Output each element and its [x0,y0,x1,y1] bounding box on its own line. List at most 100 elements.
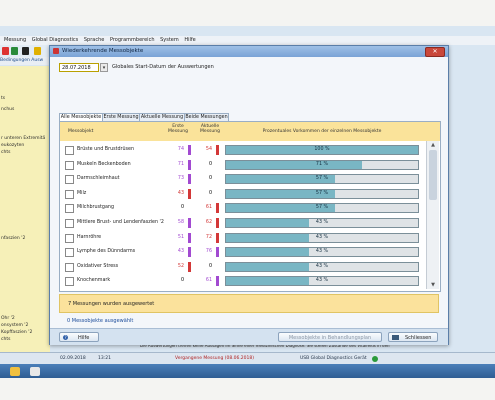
row-checkbox[interactable] [65,219,74,228]
percent-label: 43 % [315,249,329,255]
object-name: Lymphe des Dünndarms [77,249,136,255]
object-name: Knochenmark [77,278,111,284]
record-icon[interactable] [22,47,29,55]
vertical-scrollbar[interactable]: ▲ ▼ [426,141,439,289]
table-row[interactable]: Darmschleimhaut 73 0 57 % [60,172,426,186]
first-measurement-value: 43 [177,249,184,255]
percent-bar: 57 % [225,174,419,185]
row-checkbox[interactable] [65,204,74,214]
row-checkbox[interactable] [65,262,74,272]
sidebar-item[interactable]: r unteren Extremitä [1,136,45,141]
menu-sprache[interactable]: Sprache [84,37,104,43]
row-checkbox[interactable] [65,160,74,170]
row-checkbox[interactable] [65,175,74,185]
menu-global-diagnostics[interactable]: Global Diagnostics [32,37,79,43]
sidebar-item[interactable]: onsystem '2 [1,323,28,328]
object-name: Darmschleimhaut [77,176,120,182]
taskbar-app-icon[interactable] [10,367,20,376]
percent-bar: 100 % [225,145,419,155]
row-checkbox[interactable] [65,189,74,199]
first-measurement-indicator [188,218,191,228]
percent-bar: 43 % [225,261,419,272]
row-checkbox[interactable] [65,248,74,258]
percent-label: 57 % [315,205,329,211]
percent-label: 71 % [315,161,329,167]
sidebar-item[interactable]: ts [1,96,5,101]
help-icon: ? [63,335,68,340]
info-icon[interactable] [2,47,9,55]
chevron-down-icon[interactable]: ▾ [100,63,108,72]
start-date-label: Globales Start-Datum der Auswertungen [112,64,214,70]
scroll-down-icon[interactable]: ▼ [429,282,437,288]
table-row[interactable]: Milz 43 0 57 % [60,187,426,201]
row-checkbox[interactable] [65,146,74,155]
sidebar-item[interactable]: eukozyten [1,143,24,148]
sidebar-item[interactable]: nfaszien '2 [1,236,25,241]
table-row[interactable]: Lymphe des Dünndarms 43 76 43 % [60,245,426,259]
table-row[interactable]: Muskeln Beckenboden 71 0 71 % [60,158,426,172]
menu-programmbereich[interactable]: Programmbereich [110,37,155,43]
scroll-up-icon[interactable]: ▲ [429,142,437,148]
menu-system[interactable]: System [160,37,179,43]
first-measurement-value: 0 [180,278,184,284]
first-measurement-indicator [188,174,191,185]
sidebar-item[interactable]: nchus [1,107,14,112]
start-icon[interactable] [11,47,18,55]
first-measurement-indicator [188,188,191,199]
object-name: Muskeln Beckenboden [77,161,131,167]
current-measurement-value: 0 [208,263,212,269]
evaluation-summary: 7 Messungen wurden ausgewertet [59,294,439,313]
current-measurement-indicator [216,145,219,155]
col-header-current: Aktuelle Messung [200,124,220,134]
table-row[interactable]: Mittlere Brust- und Lendenfaszien '2 58 62… [60,216,426,230]
help-button[interactable]: ? Hilfe [59,332,99,342]
first-measurement-value: 51 [177,234,184,240]
menu-messung[interactable]: Messung [4,37,26,43]
percent-label: 100 % [314,147,330,152]
first-measurement-value: 0 [180,205,184,211]
dialog-titlebar: Wiederkehrende Messobjekte ✕ [50,46,448,57]
folder-icon[interactable] [34,47,41,55]
close-button[interactable]: ✕ [425,47,445,57]
table-row[interactable]: Oxidativer Stress 52 0 43 % [60,260,426,274]
current-measurement-indicator [216,232,219,243]
close-dialog-button[interactable]: Schliessen [388,332,438,342]
object-name: Mittlere Brust- und Lendenfaszien '2 [77,220,164,225]
current-measurement-value: 72 [205,234,212,240]
table-row[interactable]: Brüste und Brustdrüsen 74 54 100 % [60,143,426,157]
menu-hilfe[interactable]: Hilfe [184,37,195,43]
first-measurement-indicator [188,145,191,155]
current-measurement-value: 62 [205,220,212,225]
app-menubar: Messung Global Diagnostics Sprache Progr… [0,36,495,45]
percent-label: 43 % [315,263,329,269]
table-row[interactable]: Milchbrustgang 0 61 57 % [60,201,426,215]
sidebar-item[interactable]: Kopffaszien '2 [1,330,32,335]
dialog-footer: ? Hilfe Messobjekte in Behandlungsplan S… [50,328,448,345]
first-measurement-value: 52 [177,263,184,269]
object-name: Harnröhre [77,234,102,240]
close-dialog-button-label: Schliessen [405,335,432,341]
add-to-treatment-plan-button[interactable]: Messobjekte in Behandlungsplan [278,332,382,342]
sidebar-item[interactable]: Ohr '2 [1,316,15,321]
first-measurement-value: 74 [177,147,184,152]
current-measurement-value: 61 [205,205,212,211]
table-row[interactable]: Knochenmark 0 61 43 % [60,274,426,288]
row-checkbox[interactable] [65,233,74,243]
current-measurement-value: 0 [208,190,212,196]
row-checkbox[interactable] [65,277,74,287]
taskbar-browser-icon[interactable] [30,367,40,376]
col-header-percent: Prozentuales Vorkommen der einzelnen Mes… [262,129,382,134]
first-measurement-indicator [188,247,191,258]
screen: Messung Global Diagnostics Sprache Progr… [0,26,495,378]
sidebar-item[interactable]: chts [1,337,10,342]
percent-label: 43 % [315,278,329,284]
dialog-title: Wiederkehrende Messobjekte [62,48,144,54]
first-measurement-value: 58 [177,220,184,225]
scroll-thumb[interactable] [429,150,437,200]
sidebar-item[interactable]: chts [1,150,10,155]
current-measurement-indicator [216,276,219,287]
table-row[interactable]: Harnröhre 51 72 43 % [60,231,426,245]
start-date-field[interactable]: 28.07.2018 [59,63,99,72]
first-measurement-value: 73 [177,176,184,182]
app-sidebar: ts nchus r unteren Extremitä eukozyten c… [0,66,50,356]
